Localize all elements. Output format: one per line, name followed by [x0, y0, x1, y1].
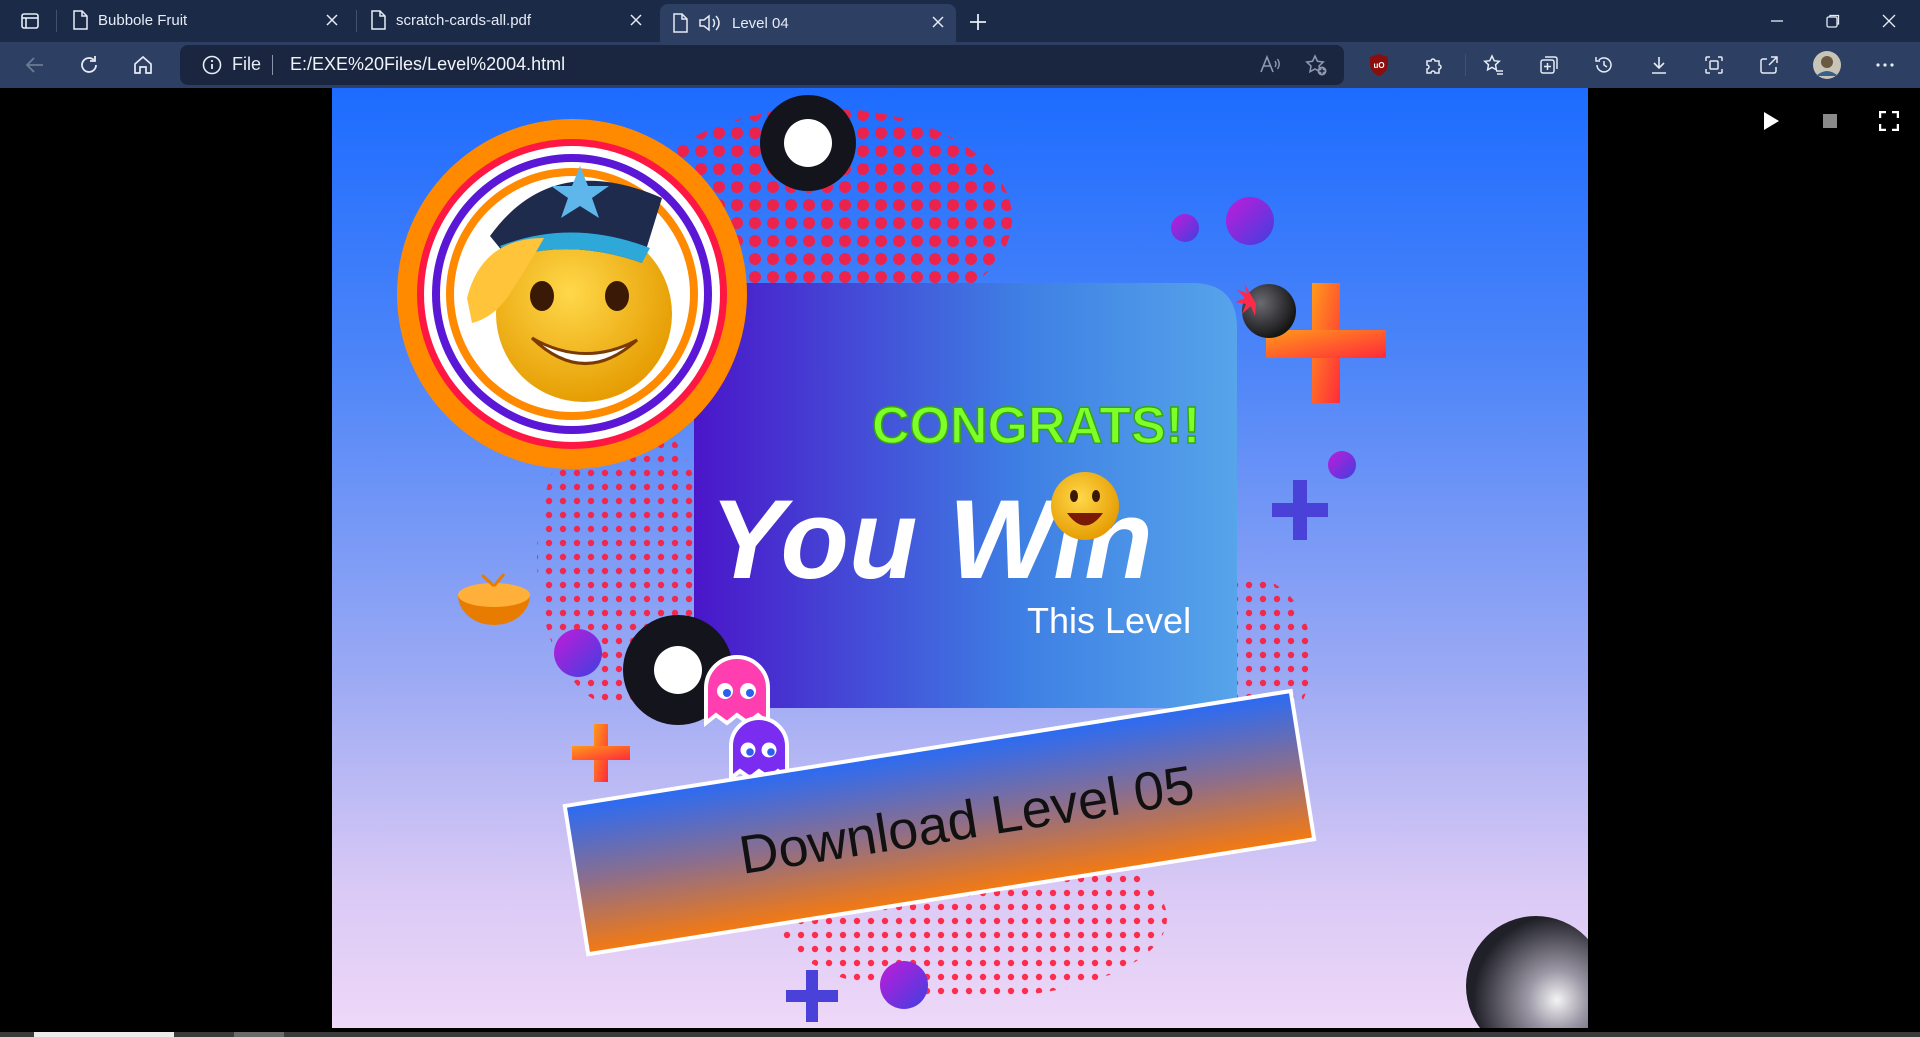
- profile-button[interactable]: [1810, 49, 1844, 81]
- purple-ghost: [729, 716, 789, 783]
- purple-dot: [554, 629, 602, 677]
- url-text[interactable]: E:/EXE%20Files/Level%2004.html: [290, 54, 565, 75]
- purple-dot: [1328, 451, 1356, 479]
- download-icon: [1652, 57, 1666, 74]
- small-smiley-emoji: [1051, 472, 1119, 540]
- restore-icon: [1826, 14, 1840, 28]
- share-button[interactable]: [1752, 49, 1786, 81]
- stop-icon: [1823, 114, 1837, 128]
- back-button[interactable]: [18, 49, 52, 81]
- tab-label: Level 04: [732, 14, 789, 32]
- plus-blue: [1272, 480, 1328, 540]
- close-icon: [932, 16, 944, 28]
- home-icon: [134, 55, 152, 74]
- close-icon: [326, 14, 338, 26]
- refresh-button[interactable]: [72, 49, 106, 81]
- plus-orange-small: [572, 724, 630, 782]
- home-button[interactable]: [126, 49, 160, 81]
- play-icon: [1764, 112, 1779, 130]
- screenshot-icon: [1705, 56, 1723, 74]
- collections-icon: [1540, 56, 1558, 74]
- svg-text:uO: uO: [1373, 61, 1384, 70]
- refresh-icon: [81, 56, 97, 73]
- info-icon[interactable]: [202, 55, 222, 75]
- avatar: [1813, 51, 1841, 79]
- address-divider: [272, 55, 273, 75]
- history-icon: [1595, 57, 1612, 73]
- browser-titlebar: Bubbole Fruit scratch-cards-all.pdf Leve…: [0, 0, 1920, 42]
- plus-icon: [970, 14, 986, 30]
- pink-ghost: [704, 655, 770, 728]
- scheme-label: File: [232, 54, 262, 74]
- tab-bubbole-fruit[interactable]: Bubbole Fruit: [60, 2, 350, 38]
- minimize-button[interactable]: [1750, 0, 1804, 42]
- play-button[interactable]: [1756, 106, 1786, 136]
- ublock-extension-button[interactable]: uO: [1362, 49, 1396, 81]
- dark-ring-top: [760, 95, 856, 191]
- read-aloud-icon: [1260, 54, 1280, 73]
- tab-label: Bubbole Fruit: [98, 11, 188, 29]
- orange-fruit: [458, 573, 530, 625]
- fullscreen-button[interactable]: [1874, 106, 1904, 136]
- downloads-button[interactable]: [1642, 49, 1676, 81]
- tab-level-04[interactable]: Level 04: [660, 4, 956, 42]
- game-scene: CONGRATS!! You Win This Level Download L…: [397, 95, 1588, 1028]
- tab-label: scratch-cards-all.pdf: [396, 11, 532, 29]
- collections-button[interactable]: [1532, 49, 1566, 81]
- document-icon: [371, 10, 386, 30]
- document-icon: [673, 13, 688, 33]
- favorites-star-icon: [1483, 54, 1503, 75]
- screenshot-button[interactable]: [1697, 49, 1731, 81]
- close-tab-button[interactable]: [626, 10, 646, 30]
- status-strip-segment: [34, 1032, 174, 1037]
- document-icon: [73, 10, 88, 30]
- status-strip-segment: [234, 1032, 284, 1037]
- close-window-button[interactable]: [1862, 0, 1916, 42]
- status-strip: [0, 1032, 1920, 1037]
- purple-dot: [880, 961, 928, 1009]
- fullscreen-icon: [1879, 111, 1899, 131]
- game-stage[interactable]: CONGRATS!! You Win This Level Download L…: [332, 88, 1588, 1028]
- new-tab-button[interactable]: [964, 8, 992, 36]
- close-icon: [1882, 14, 1896, 28]
- more-dots-icon: [1876, 63, 1894, 67]
- stop-button[interactable]: [1815, 106, 1845, 136]
- add-favorite-button[interactable]: [1304, 53, 1328, 77]
- browser-toolbar: File E:/EXE%20Files/Level%2004.html uO: [0, 42, 1920, 88]
- purple-dot: [1226, 197, 1274, 245]
- purple-dot: [1171, 214, 1199, 242]
- address-bar[interactable]: File E:/EXE%20Files/Level%2004.html: [180, 45, 1344, 85]
- close-tab-button[interactable]: [928, 12, 948, 32]
- speaker-icon[interactable]: [698, 13, 722, 33]
- restore-button[interactable]: [1806, 0, 1860, 42]
- share-icon: [1760, 56, 1778, 74]
- tab-separator: [356, 10, 357, 32]
- favorites-button[interactable]: [1477, 49, 1511, 81]
- star-add-icon: [1305, 54, 1327, 76]
- puzzle-icon: [1426, 58, 1442, 74]
- tab-scratch-cards[interactable]: scratch-cards-all.pdf: [358, 2, 654, 38]
- close-tab-button[interactable]: [322, 10, 342, 30]
- toolbar-separator: [1465, 54, 1466, 76]
- close-icon: [630, 14, 642, 26]
- read-aloud-button[interactable]: [1258, 53, 1282, 77]
- tab-actions-icon: [21, 13, 39, 29]
- extensions-button[interactable]: [1417, 49, 1451, 81]
- congrats-text: CONGRATS!!: [872, 397, 1200, 455]
- settings-more-button[interactable]: [1868, 49, 1902, 81]
- page-viewport: CONGRATS!! You Win This Level Download L…: [0, 88, 1920, 1032]
- metal-ball: [1466, 916, 1588, 1028]
- bomb-top-right: [1235, 283, 1296, 338]
- back-arrow-icon: [25, 57, 43, 73]
- this-level-text: This Level: [1027, 600, 1191, 641]
- plus-blue-bottom: [786, 970, 838, 1022]
- tab-actions-button[interactable]: [18, 9, 42, 33]
- ublock-shield-icon: uO: [1370, 54, 1388, 76]
- history-button[interactable]: [1587, 49, 1621, 81]
- minimize-icon: [1771, 20, 1783, 22]
- tab-separator: [56, 10, 57, 32]
